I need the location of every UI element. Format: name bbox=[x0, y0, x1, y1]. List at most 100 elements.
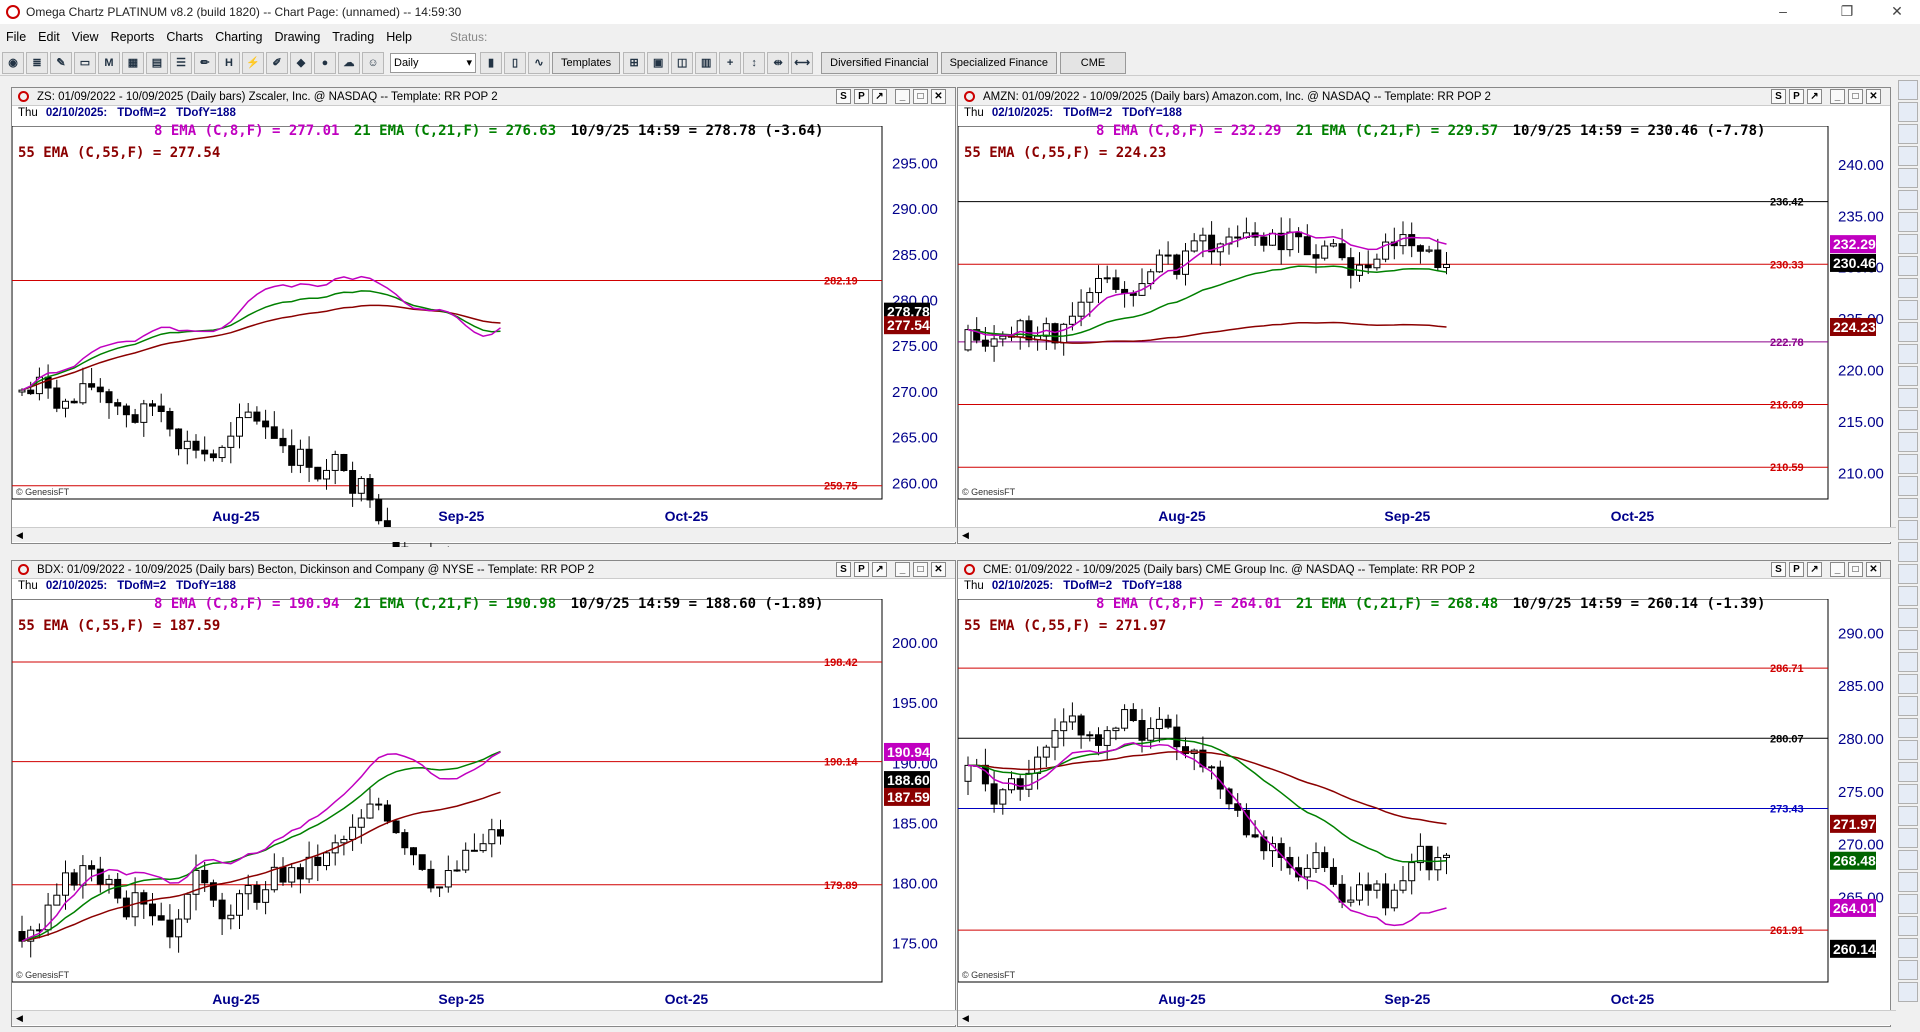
stretch-icon[interactable]: ⟷ bbox=[791, 51, 814, 74]
windows-icon[interactable]: ◫ bbox=[671, 51, 694, 74]
bar-chart-icon[interactable]: ▮ bbox=[480, 51, 502, 74]
tool-icon[interactable] bbox=[1898, 872, 1918, 892]
menu-charting[interactable]: Charting bbox=[215, 30, 262, 44]
link-icon[interactable]: ↗ bbox=[872, 562, 887, 577]
link-icon[interactable]: ↗ bbox=[1807, 562, 1822, 577]
scroll-left-icon[interactable]: ◀ bbox=[12, 1011, 27, 1025]
split-icon[interactable]: ⇹ bbox=[767, 51, 790, 74]
p-button[interactable]: P bbox=[854, 562, 869, 577]
menu-help[interactable]: Help bbox=[386, 30, 412, 44]
chart-pane-zs[interactable]: ZS: 01/09/2022 - 10/09/2025 (Daily bars)… bbox=[11, 87, 972, 547]
scroll-left-icon[interactable]: ◀ bbox=[958, 528, 973, 542]
price-chart[interactable]: 236.42 230.33 222.78 216.69 210.59 240.00 235.… bbox=[958, 126, 1890, 547]
smile-icon[interactable]: ☺ bbox=[362, 51, 384, 74]
pane-minimize-button[interactable]: _ bbox=[895, 562, 910, 577]
price-chart[interactable]: 286.71 280.07 273.43 261.91 290.00 285.00 280.… bbox=[958, 599, 1890, 1030]
record-icon[interactable]: ● bbox=[314, 51, 336, 74]
pane-maximize-button[interactable]: □ bbox=[1848, 562, 1863, 577]
period-select[interactable]: Daily ▾ bbox=[390, 52, 476, 73]
line-chart-icon[interactable]: ∿ bbox=[528, 51, 550, 74]
p-button[interactable]: P bbox=[1789, 89, 1804, 104]
restore-button[interactable]: ❐ bbox=[1824, 0, 1870, 24]
close-button[interactable]: ✕ bbox=[1874, 0, 1920, 24]
pane-maximize-button[interactable]: □ bbox=[913, 562, 928, 577]
pane-minimize-button[interactable]: _ bbox=[1830, 562, 1845, 577]
tool-icon[interactable] bbox=[1898, 938, 1918, 958]
chart-pane-amzn[interactable]: AMZN: 01/09/2022 - 10/09/2025 (Daily bar… bbox=[957, 87, 1918, 547]
menu-charts[interactable]: Charts bbox=[166, 30, 203, 44]
scroll-left-icon[interactable]: ◀ bbox=[958, 1011, 973, 1025]
wrench-icon[interactable]: ✎ bbox=[50, 51, 72, 74]
pane-close-button[interactable]: ✕ bbox=[931, 562, 946, 577]
tool-icon[interactable] bbox=[1898, 564, 1918, 584]
tool-icon[interactable] bbox=[1898, 190, 1918, 210]
horizontal-scrollbar[interactable]: ◀ ▶ bbox=[12, 527, 972, 542]
tool-icon[interactable] bbox=[1898, 212, 1918, 232]
tool-icon[interactable] bbox=[1898, 520, 1918, 540]
menu-trading[interactable]: Trading bbox=[332, 30, 374, 44]
price-chart[interactable]: 282.19259.75295.00290.00285.00280.00275.… bbox=[12, 126, 955, 547]
tool-icon[interactable] bbox=[1898, 718, 1918, 738]
pencil-icon[interactable]: ✏ bbox=[194, 51, 216, 74]
tool-icon[interactable] bbox=[1898, 784, 1918, 804]
p-button[interactable]: P bbox=[1789, 562, 1804, 577]
layout-icon[interactable]: ⊞ bbox=[623, 51, 646, 74]
tile-icon[interactable]: ▣ bbox=[647, 51, 670, 74]
chart-pane-bdx[interactable]: BDX: 01/09/2022 - 10/09/2025 (Daily bars… bbox=[11, 560, 972, 1030]
tool-icon[interactable] bbox=[1898, 806, 1918, 826]
shape-icon[interactable]: ◆ bbox=[290, 51, 312, 74]
tool-icon[interactable] bbox=[1898, 168, 1918, 188]
minimize-button[interactable]: – bbox=[1760, 0, 1806, 24]
link-icon[interactable]: ↗ bbox=[872, 89, 887, 104]
tool-icon[interactable] bbox=[1898, 102, 1918, 122]
cursor-icon[interactable]: ↕ bbox=[743, 51, 766, 74]
tool-icon[interactable] bbox=[1898, 696, 1918, 716]
pane-minimize-button[interactable]: _ bbox=[895, 89, 910, 104]
tool-icon[interactable] bbox=[1898, 850, 1918, 870]
tool-icon[interactable] bbox=[1898, 80, 1918, 100]
tool-icon[interactable] bbox=[1898, 630, 1918, 650]
pane-maximize-button[interactable]: □ bbox=[913, 89, 928, 104]
m-chart-icon[interactable]: M bbox=[98, 51, 120, 74]
tool-icon[interactable] bbox=[1898, 322, 1918, 342]
tool-icon[interactable] bbox=[1898, 476, 1918, 496]
link-icon[interactable]: ↗ bbox=[1807, 89, 1822, 104]
tool-icon[interactable] bbox=[1898, 300, 1918, 320]
horizontal-scrollbar[interactable]: ◀ ▶ bbox=[958, 1010, 1918, 1025]
tool-icon[interactable] bbox=[1898, 960, 1918, 980]
pane-close-button[interactable]: ✕ bbox=[931, 89, 946, 104]
menu-view[interactable]: View bbox=[72, 30, 99, 44]
tool-icon[interactable] bbox=[1898, 454, 1918, 474]
horizontal-scrollbar[interactable]: ◀ ▶ bbox=[958, 527, 1918, 542]
crosshair-icon[interactable]: + bbox=[719, 51, 742, 74]
tab-diversified-financial[interactable]: Diversified Financial bbox=[821, 51, 938, 74]
tool-icon[interactable] bbox=[1898, 586, 1918, 606]
horizontal-scrollbar[interactable]: ◀ ▶ bbox=[12, 1010, 972, 1025]
brush-icon[interactable]: ✐ bbox=[266, 51, 288, 74]
menu-reports[interactable]: Reports bbox=[111, 30, 155, 44]
tool-icon[interactable] bbox=[1898, 762, 1918, 782]
menu-file[interactable]: File bbox=[6, 30, 26, 44]
globe-icon[interactable]: ◉ bbox=[2, 51, 24, 74]
candle-icon[interactable]: ▯ bbox=[504, 51, 526, 74]
tool-icon[interactable] bbox=[1898, 608, 1918, 628]
price-chart[interactable]: 198.42190.14179.89200.00195.00190.00185.… bbox=[12, 599, 955, 1030]
table-icon[interactable]: ▤ bbox=[146, 51, 168, 74]
tool-icon[interactable] bbox=[1898, 388, 1918, 408]
tool-icon[interactable] bbox=[1898, 432, 1918, 452]
menu-edit[interactable]: Edit bbox=[38, 30, 60, 44]
s-button[interactable]: S bbox=[836, 89, 851, 104]
tool-icon[interactable] bbox=[1898, 256, 1918, 276]
tool-icon[interactable] bbox=[1898, 146, 1918, 166]
p-button[interactable]: P bbox=[854, 89, 869, 104]
tab-specialized-finance[interactable]: Specialized Finance bbox=[940, 51, 1058, 74]
tool-icon[interactable] bbox=[1898, 652, 1918, 672]
traffic-light-icon[interactable]: ≣ bbox=[26, 51, 48, 74]
pages-icon[interactable]: ▥ bbox=[695, 51, 718, 74]
list-icon[interactable]: ☰ bbox=[170, 51, 192, 74]
tool-icon[interactable] bbox=[1898, 894, 1918, 914]
s-button[interactable]: S bbox=[836, 562, 851, 577]
tool-icon[interactable] bbox=[1898, 982, 1918, 1002]
chat-icon[interactable]: ☁ bbox=[338, 51, 360, 74]
pane-maximize-button[interactable]: □ bbox=[1848, 89, 1863, 104]
